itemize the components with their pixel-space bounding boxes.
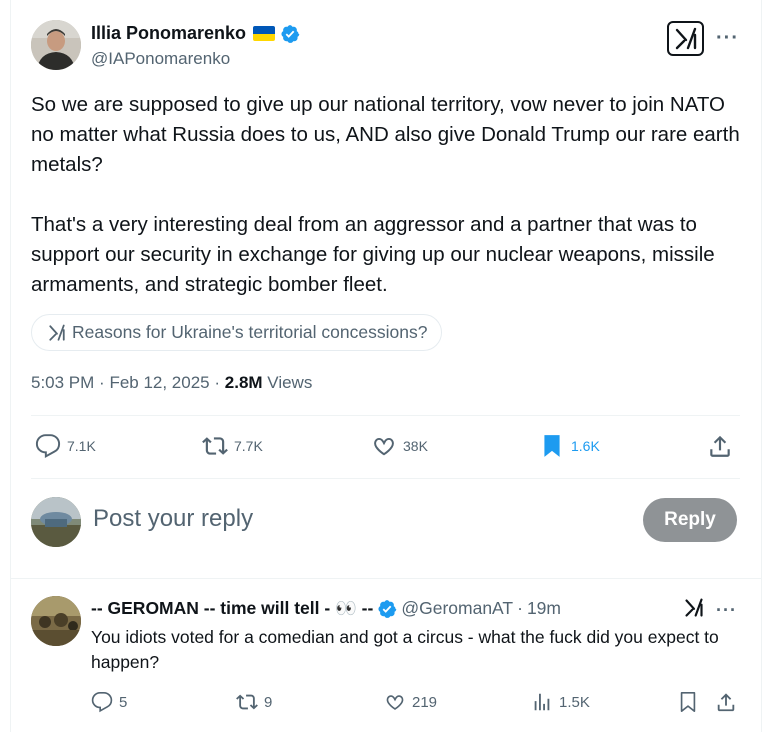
share-action[interactable] [715,690,737,714]
repost-icon [236,694,258,710]
grok-button[interactable] [684,598,704,623]
share-icon [710,435,730,457]
author-name[interactable]: Illia Ponomarenko [91,23,246,44]
grok-icon [685,598,703,617]
tweet-date[interactable]: Feb 12, 2025 [109,373,209,392]
verified-badge-icon [281,24,300,43]
tweet-meta: 5:03 PM · Feb 12, 2025 · 2.8M Views [31,373,313,392]
views-label: Views [267,373,313,392]
commenter-name[interactable]: -- GEROMAN -- time will tell - 👀 -- [91,598,373,619]
like-action[interactable]: 38K [371,431,428,461]
repost-icon [202,437,228,455]
reply-icon [35,434,61,459]
commenter-handle[interactable]: @GeromanAT [401,598,513,619]
commenter-avatar[interactable] [31,596,81,646]
author-avatar[interactable] [31,20,81,70]
repost-action[interactable]: 9 [236,690,272,714]
comment-time[interactable]: 19m [527,598,561,619]
reply-count: 5 [119,693,128,711]
grok-button[interactable] [667,21,704,56]
divider [31,415,740,416]
reply-input[interactable]: Post your reply [93,505,253,533]
bookmark-action[interactable] [677,690,699,714]
repost-action[interactable]: 7.7K [202,431,263,461]
repost-count: 9 [264,693,273,711]
bookmark-icon [680,692,696,712]
comment-header: -- GEROMAN -- time will tell - 👀 -- @Ger… [91,598,561,619]
tweet-paragraph: That's a very interesting deal from an a… [31,213,715,296]
grok-prompt-text[interactable]: Reasons for Ukraine's territorial conces… [72,322,427,343]
reply-icon [91,692,113,713]
repost-count: 7.7K [234,438,263,454]
share-icon [717,693,735,712]
tweet-time[interactable]: 5:03 PM [31,373,94,392]
verified-badge-icon [378,599,397,618]
grok-icon [675,27,696,49]
reply-action[interactable]: 7.1K [35,431,96,461]
heart-icon [386,695,404,710]
bookmark-action[interactable]: 1.6K [539,431,600,461]
views-count: 1.5K [559,693,590,711]
bookmark-count: 1.6K [571,438,600,454]
like-count: 219 [412,693,438,711]
grok-icon [49,324,65,341]
bookmark-filled-icon [544,435,560,457]
divider [31,478,740,479]
heart-icon [374,437,394,456]
dot-separator: · [517,598,523,618]
reply-count: 7.1K [67,438,96,454]
reply-action[interactable]: 5 [91,690,127,714]
tweet-action-bar: 7.1K 7.7K 38K 1.6K [31,431,740,461]
analytics-icon [534,693,550,711]
reply-button[interactable]: Reply [643,498,737,542]
more-options-icon[interactable]: ··· [716,28,739,48]
tweet-paragraph: So we are supposed to give up our nation… [31,93,740,176]
divider [10,578,762,579]
author-handle[interactable]: @IAPonomarenko [91,49,230,69]
share-action[interactable] [707,431,733,461]
ukraine-flag-icon [253,26,276,41]
comment-action-bar: 5 9 219 1.5K [91,690,741,714]
more-options-icon[interactable]: ··· [716,600,737,621]
current-user-avatar[interactable] [31,497,81,547]
like-count: 38K [403,438,428,454]
comment-text: You idiots voted for a comedian and got … [91,627,719,672]
views-action[interactable]: 1.5K [531,690,590,714]
author-name-row[interactable]: Illia Ponomarenko [91,23,300,44]
views-count: 2.8M [224,373,263,392]
grok-prompt-pill[interactable]: Reasons for Ukraine's territorial conces… [31,314,443,351]
like-action[interactable]: 219 [384,690,437,714]
tweet-text: So we are supposed to give up our nation… [31,90,743,300]
